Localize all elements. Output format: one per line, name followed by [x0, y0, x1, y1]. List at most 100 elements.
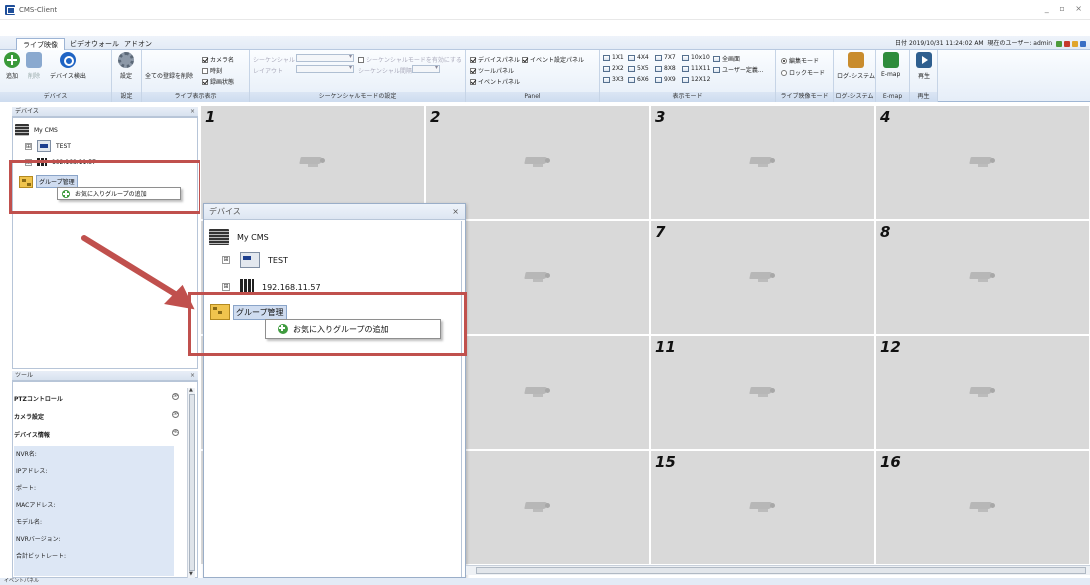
info-ip-address: IPアドレス: — [16, 468, 48, 475]
cell-number: 1 — [205, 108, 216, 126]
view-mode-group: 1X1 4X4 7X7 10x10 全画面 2X2 5X5 8X8 11X11 … — [600, 50, 776, 102]
view-1x1[interactable]: 1X1 — [603, 54, 624, 61]
view-2x2[interactable]: 2X2 — [603, 65, 624, 72]
gear-icon — [118, 52, 134, 68]
detect-device-button[interactable]: デバイス検出 — [50, 52, 86, 80]
emap-button[interactable]: E-map — [881, 52, 900, 78]
tool-panel-checkbox[interactable]: ツールパネル — [470, 66, 514, 75]
camera-cell[interactable]: 7 — [650, 220, 875, 335]
lock-mode-radio[interactable]: ロックモード — [781, 68, 825, 77]
emap-group-label: E-map — [876, 92, 909, 102]
event-settings-panel-checkbox[interactable]: イベント設定パネル — [522, 55, 584, 64]
device-group-label: デバイス — [0, 92, 111, 102]
user-icon[interactable] — [1072, 40, 1078, 47]
log-group: ログ-システム ログ-システム — [834, 50, 876, 102]
settings-button[interactable]: 設定 — [118, 52, 134, 80]
chevron-down-icon[interactable]: ≫ — [172, 411, 179, 418]
info-nvr-name: NVR名: — [16, 451, 37, 458]
view-9x9[interactable]: 9X9 — [655, 76, 676, 83]
view-11x11[interactable]: 11X11 — [682, 65, 710, 72]
panel-group-label: Panel — [466, 92, 599, 102]
chevron-up-icon[interactable]: ≪ — [172, 429, 179, 436]
view-3x3[interactable]: 3X3 — [603, 76, 624, 83]
camera-name-checkbox[interactable]: カメラ名 — [202, 55, 234, 64]
camera-settings-section[interactable]: カメラ設定 — [14, 412, 44, 421]
camera-cell[interactable]: 3 — [650, 105, 875, 220]
title-bar: CMS-Client _ ▫ × — [0, 0, 1090, 20]
delete-icon — [26, 52, 42, 68]
camera-cell[interactable]: 15 — [650, 450, 875, 565]
cell-number: 15 — [655, 453, 676, 471]
device-info-section[interactable]: デバイス情報 — [14, 430, 50, 439]
zoom-panel-body: My CMS ⊞ TEST ⊞ 192.168.11.57 グループ管理 — [204, 221, 462, 577]
tab-live-video[interactable]: ライブ映像 — [16, 38, 65, 50]
time-checkbox[interactable]: 時刻 — [202, 66, 222, 75]
clear-all-button[interactable]: 全ての登録を削除 — [145, 52, 377, 173]
camera-cell[interactable]: 12 — [875, 335, 1090, 450]
scroll-up-icon[interactable]: ▲ — [189, 387, 193, 393]
delete-device-button[interactable]: 削除 — [26, 52, 42, 80]
tab-addon[interactable]: アドオン — [118, 38, 158, 50]
tree-test[interactable]: ⊞ TEST — [25, 140, 71, 152]
camera-placeholder-icon — [748, 271, 778, 283]
camera-cell[interactable]: 4 — [875, 105, 1090, 220]
scroll-thumb[interactable] — [189, 394, 195, 571]
device-panel-checkbox[interactable]: デバイスパネル — [470, 55, 520, 64]
zoom-tree-test[interactable]: ⊞ TEST — [222, 252, 288, 268]
cell-number: 12 — [880, 338, 901, 356]
view-fullscreen[interactable]: 全画面 — [713, 54, 740, 63]
tab-video-wall[interactable]: ビデオウォール — [64, 38, 125, 50]
camera-placeholder-icon — [523, 156, 553, 168]
camera-cell[interactable]: 16 — [875, 450, 1090, 565]
tool-panel-scrollbar[interactable]: ▲ ▼ — [187, 387, 195, 578]
close-icon[interactable]: × — [190, 107, 195, 117]
grid-horizontal-scrollbar[interactable] — [466, 565, 1090, 575]
view-12x12[interactable]: 12X12 — [682, 76, 710, 83]
view-4x4[interactable]: 4X4 — [628, 54, 649, 61]
expand-icon[interactable]: ⊞ — [222, 256, 230, 264]
ptz-control-section[interactable]: PTZコントロール — [14, 394, 63, 403]
view-7x7[interactable]: 7X7 — [655, 54, 676, 61]
playback-button[interactable]: 再生 — [916, 52, 932, 80]
close-icon[interactable]: × — [190, 371, 195, 381]
view-6x6[interactable]: 6X6 — [628, 76, 649, 83]
status-icon[interactable] — [1056, 40, 1062, 47]
cell-number: 8 — [880, 223, 891, 241]
sequential-dropdown[interactable] — [296, 53, 354, 62]
info-icon[interactable] — [1080, 40, 1086, 47]
expand-icon[interactable]: ⊞ — [25, 142, 32, 150]
display-group: 全ての登録を削除 カメラ名 時刻 録画状態 ライブ表示表示 — [142, 50, 377, 173]
camera-placeholder-icon — [748, 386, 778, 398]
layout-dropdown[interactable] — [296, 64, 354, 73]
cell-number: 3 — [655, 108, 666, 126]
close-icon[interactable]: × — [452, 204, 459, 220]
view-10x10[interactable]: 10x10 — [682, 54, 710, 61]
view-user-defined[interactable]: ユーザー定義... — [713, 65, 764, 74]
zoom-tree-root[interactable]: My CMS — [209, 229, 269, 245]
view-8x8[interactable]: 8X8 — [655, 65, 676, 72]
scroll-thumb[interactable] — [476, 567, 1086, 574]
add-device-button[interactable]: 追加 — [4, 52, 20, 80]
log-system-button[interactable]: ログ-システム — [837, 52, 875, 80]
tree-root[interactable]: My CMS — [15, 124, 58, 136]
edit-mode-radio[interactable]: 編集モード — [781, 56, 819, 65]
layout-label: レイアウト — [253, 68, 284, 75]
view-5x5[interactable]: 5X5 — [628, 65, 649, 72]
window-controls[interactable]: _ ▫ × — [1045, 4, 1086, 13]
user-label: 現在のユーザー: — [987, 40, 1032, 47]
event-panel-checkbox[interactable]: イベントパネル — [470, 77, 520, 86]
record-status-checkbox[interactable]: 録画状態 — [202, 77, 234, 86]
scroll-down-icon[interactable]: ▼ — [189, 571, 193, 577]
camera-cell[interactable]: 8 — [875, 220, 1090, 335]
chevron-down-icon[interactable]: ≫ — [172, 393, 179, 400]
playback-group-label: 再生 — [910, 92, 937, 102]
alert-icon[interactable] — [1064, 40, 1070, 47]
info-mac-address: MACアドレス: — [16, 502, 56, 509]
interval-dropdown[interactable] — [412, 64, 440, 73]
sequential-interval-label: シーケンシャル間隔 — [358, 68, 412, 75]
expand-icon[interactable]: ⊞ — [222, 283, 230, 291]
live-mode-group: 編集モード ロックモード ライブ映像モード — [776, 50, 834, 102]
camera-placeholder-icon — [523, 501, 553, 513]
camera-cell[interactable]: 11 — [650, 335, 875, 450]
enable-sequential-checkbox[interactable]: シーケンシャルモードを有効にする — [358, 55, 462, 64]
